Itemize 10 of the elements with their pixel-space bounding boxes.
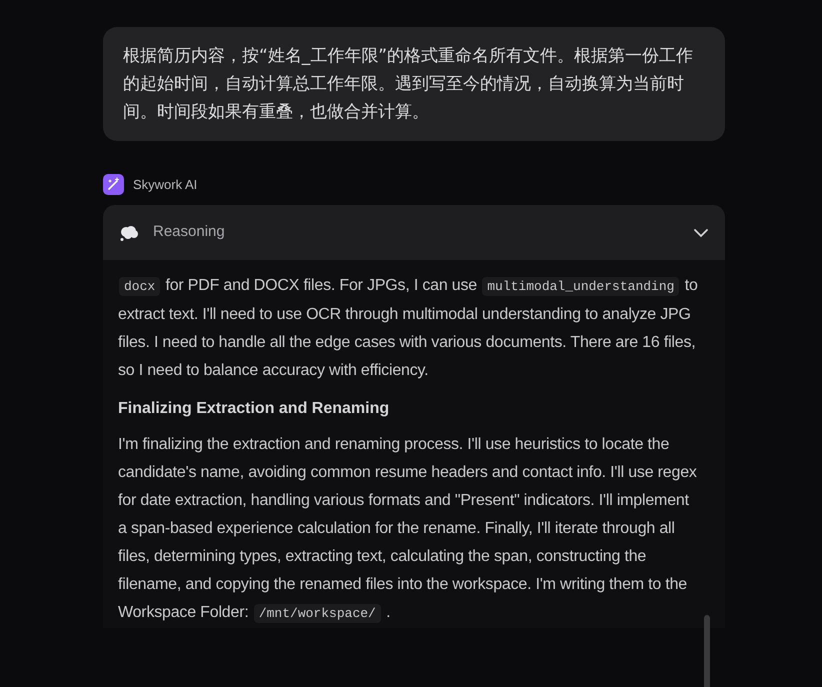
assistant-name: Skywork AI bbox=[133, 176, 198, 194]
reasoning-header[interactable]: Reasoning bbox=[103, 205, 725, 260]
magic-wand-icon bbox=[103, 174, 124, 195]
reasoning-paragraph: docx for PDF and DOCX files. For JPGs, I can use multimodal_understanding to extract text. I'll need to use OCR through multimodal understanding to analyze JPG files. I need to handle all the edge cases with various documents. There are 16 files, so I need to balance accuracy with efficiency. bbox=[118, 276, 699, 381]
chevron-icon bbox=[693, 228, 709, 238]
scrollbar-thumb[interactable] bbox=[704, 615, 710, 687]
thought-bubble-icon bbox=[119, 224, 139, 240]
user-message: 根据简历内容，按“姓名_工作年限”的格式重命名所有文件。根据第一份工作的起始时间，自动计算总工作年限。遇到写至今的情况，自动换算为当前时间。时间段如果有重叠，也做合并计算。 bbox=[103, 27, 725, 141]
reasoning-paragraph: I'm finalizing the extraction and renaming process. I'll use heuristics to locate the candidate's name, avoiding common resume headers and contact info. I'll use regex for date extraction, handling various formats and "Present" indicators. I'll implement a span-based experience calculation for the rename. Finally, I'll iterate through all files, determining types, extracting text, calculating the span, constructing the filename, and copying the renamed files into the workspace. I'm writing them to the Workspace Folder: /mnt/workspace/ . bbox=[118, 435, 698, 625]
reasoning-heading: Finalizing Extraction and Renaming bbox=[118, 399, 390, 419]
